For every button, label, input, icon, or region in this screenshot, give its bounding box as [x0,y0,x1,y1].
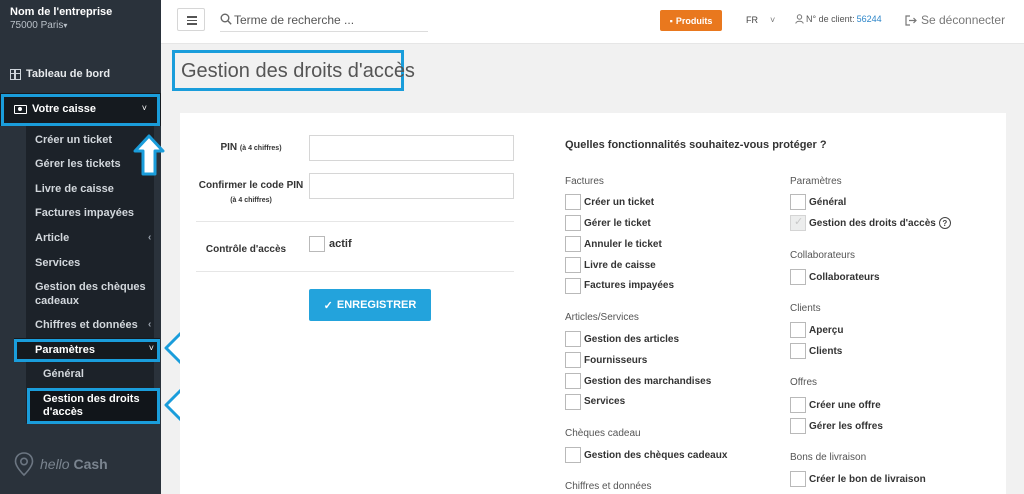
highlight-votre-caisse [1,94,160,126]
sidebar-item-label: Tableau de bord [26,68,111,80]
access-control-label: Contrôle d'accès [205,244,287,255]
location-pin-icon [14,452,34,476]
checkbox-gerer-offres[interactable] [790,418,806,434]
hellocash-logo: hello Cash [14,452,108,476]
option-gestion-marchandises: Gestion des marchandises [584,376,712,387]
checkbox-fournisseurs[interactable] [565,352,581,368]
checkbox-gerer-ticket[interactable] [565,215,581,231]
save-button[interactable]: ✓ ENREGISTRER [309,289,431,321]
checkbox-apercu[interactable] [790,322,806,338]
option-creer-bon-livraison: Créer le bon de livraison [809,474,926,485]
divider [196,221,514,222]
actif-checkbox[interactable] [309,236,325,252]
grid-icon: ▪ [669,15,673,26]
option-creer-ticket: Créer un ticket [584,197,655,208]
group-collaborateurs: Collaborateurs [790,250,856,261]
option-general: Général [809,197,847,208]
topbar: Terme de recherche ... ▪ Produits FR ˅ N°… [161,0,1024,44]
group-bons-livraison: Bons de livraison [790,452,867,463]
menu-toggle-button[interactable] [177,8,205,31]
sidebar-item-general[interactable]: Général [43,368,84,381]
sidebar-item-cheques-cadeaux[interactable]: Gestion des chèques cadeaux [35,280,150,308]
sidebar-item-dashboard[interactable]: Tableau de bord [10,68,110,80]
logout-button[interactable]: Se déconnecter [905,13,1005,27]
produits-button[interactable]: ▪ Produits [660,10,722,31]
group-articles-services: Articles/Services [565,312,639,323]
user-icon [795,14,804,24]
group-factures: Factures [565,176,604,187]
option-apercu: Aperçu [809,325,844,336]
company-name[interactable]: Nom de l'entreprise [10,6,112,18]
help-icon[interactable]: ? [938,217,951,229]
option-livre-caisse: Livre de caisse [584,260,656,271]
option-gerer-offres: Gérer les offres [809,421,883,432]
checkbox-clients[interactable] [790,343,806,359]
group-offres: Offres [790,377,818,388]
highlight-parametres [14,339,160,362]
client-number: N° de client: 56244 [795,14,882,24]
checkbox-services[interactable] [565,394,581,410]
features-question: Quelles fonctionnalités souhaitez-vous p… [565,139,827,151]
highlight-gestion-droits [27,388,160,424]
search-icon [220,13,232,25]
checkbox-livre-caisse[interactable] [565,257,581,273]
sidebar-item-label: Chiffres et données [35,319,138,331]
checkbox-general[interactable] [790,194,806,210]
caret-down-icon: ▾ [63,21,68,30]
option-gestion-articles: Gestion des articles [584,334,680,345]
chevron-left-icon: ‹ [148,319,152,330]
option-fournisseurs: Fournisseurs [584,355,648,366]
pin-label: PIN (à 4 chiffres) [220,142,282,153]
sidebar-item-article[interactable]: Article ‹ [35,231,151,245]
search-input[interactable]: Terme de recherche ... [234,13,354,27]
option-gerer-ticket: Gérer le ticket [584,218,651,229]
sidebar-item-factures-impayees[interactable]: Factures impayées [35,206,134,220]
option-services: Services [584,396,626,407]
option-collaborateurs: Collaborateurs [809,272,880,283]
checkbox-creer-ticket[interactable] [565,194,581,210]
pin-input[interactable] [309,135,514,161]
group-clients: Clients [790,303,821,314]
checkbox-collaborateurs[interactable] [790,269,806,285]
option-clients: Clients [809,346,843,357]
option-gestion-cheques: Gestion des chèques cadeaux [584,450,728,461]
chevron-down-icon: ˅ [770,15,776,25]
sidebar-item-livre-caisse[interactable]: Livre de caisse [35,182,114,196]
search-underline [220,31,428,32]
sidebar-item-gerer-tickets[interactable]: Gérer les tickets [35,157,121,171]
sidebar-item-creer-ticket[interactable]: Créer un ticket [35,133,112,147]
arrow-up-icon [133,134,165,176]
check-icon: ✓ [323,299,333,312]
option-annuler-ticket: Annuler le ticket [584,239,662,250]
sidebar-item-label: Article [35,232,70,244]
sidebar-item-chiffres-donnees[interactable]: Chiffres et données ‹ [35,318,151,332]
checkbox-creer-offre[interactable] [790,397,806,413]
checkbox-annuler-ticket[interactable] [565,236,581,252]
group-cheques-cadeau: Chèques cadeau [565,428,641,439]
checkbox-gestion-cheques[interactable] [565,447,581,463]
checkbox-creer-bon-livraison[interactable] [790,471,806,487]
checkbox-factures-impayees[interactable] [565,278,581,294]
logo-text: hello Cash [40,456,108,472]
option-creer-offre: Créer une offre [809,400,881,411]
actif-label: actif [329,238,352,250]
option-gestion-droits: Gestion des droits d'accès ? [809,217,951,229]
logout-icon [905,14,917,26]
checkbox-gestion-marchandises[interactable] [565,373,581,389]
option-factures-impayees: Factures impayées [584,280,675,291]
group-chiffres-donnees: Chiffres et données [565,481,652,492]
confirm-pin-input[interactable] [309,173,514,199]
language-select[interactable]: FR ˅ [746,15,775,25]
group-parametres: Paramètres [790,176,842,187]
chevron-left-icon: ‹ [148,232,152,243]
produits-label: Produits [675,15,713,26]
dashboard-icon [10,68,21,80]
checkbox-gestion-articles[interactable] [565,331,581,347]
confirm-pin-label: Confirmer le code PIN (à 4 chiffres) [198,180,304,204]
checkbox-gestion-droits-disabled [790,215,806,231]
company-city[interactable]: 75000 Paris▾ [10,20,67,31]
page-title: Gestion des droits d'accès [181,60,415,82]
divider [196,271,514,272]
sidebar-item-services[interactable]: Services [35,256,80,270]
